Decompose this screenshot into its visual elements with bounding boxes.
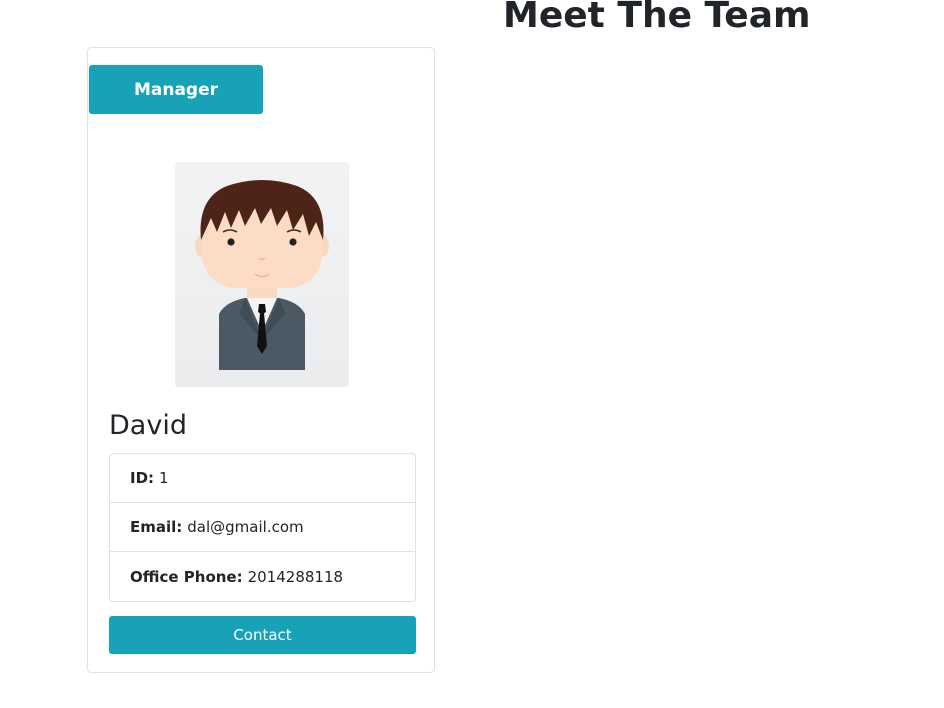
page-title: Meet The Team bbox=[503, 0, 811, 36]
detail-value: 1 bbox=[159, 469, 169, 487]
detail-label: ID: bbox=[130, 469, 155, 487]
role-badge: Manager bbox=[89, 65, 263, 114]
detail-label: Office Phone: bbox=[130, 567, 243, 586]
detail-email: Email: dal@gmail.com bbox=[110, 503, 415, 552]
detail-id: ID: 1 bbox=[110, 454, 415, 503]
detail-value: dal@gmail.com bbox=[187, 518, 304, 536]
member-name: David bbox=[109, 410, 187, 441]
detail-label: Email: bbox=[130, 518, 183, 536]
contact-button[interactable]: Contact bbox=[109, 616, 416, 654]
avatar bbox=[175, 162, 349, 387]
team-member-card: Manager David ID: 1 Email: dal@gmail.com… bbox=[87, 47, 435, 673]
detail-office-phone: Office Phone: 2014288118 bbox=[110, 552, 415, 601]
team-page: Meet The Team Manager David ID: 1 Email:… bbox=[0, 0, 944, 708]
member-details-list: ID: 1 Email: dal@gmail.com Office Phone:… bbox=[109, 453, 416, 602]
detail-value: 2014288118 bbox=[247, 567, 344, 586]
businessman-avatar-icon bbox=[195, 180, 329, 370]
